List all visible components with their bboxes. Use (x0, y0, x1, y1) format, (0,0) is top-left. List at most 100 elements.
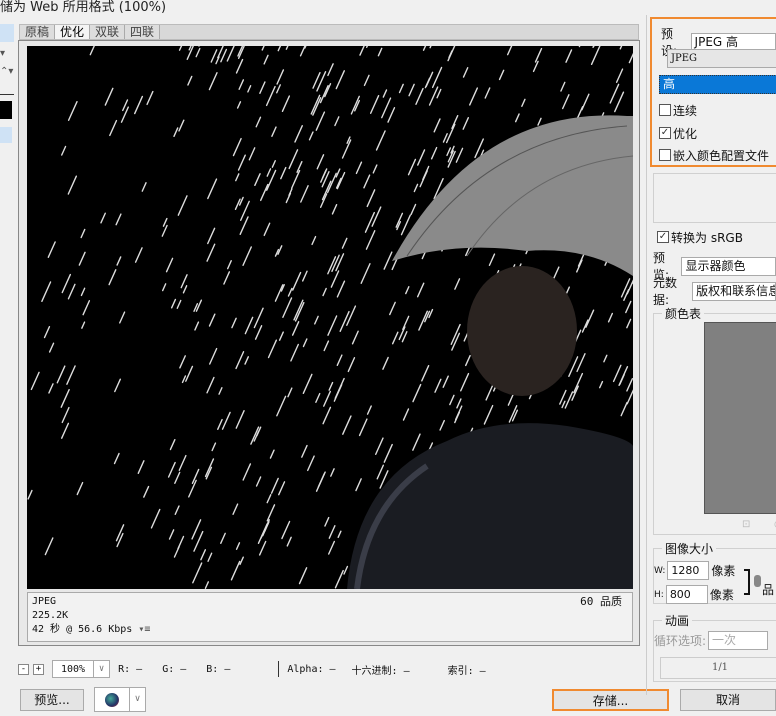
rain-streak (220, 532, 226, 544)
rain-streak (200, 549, 207, 561)
rain-streak (248, 147, 256, 161)
convert-srgb-checkbox[interactable]: ✓ 转换为 sRGB (657, 226, 743, 248)
rain-streak (615, 68, 624, 83)
rain-streak (187, 75, 193, 86)
zoom-in-button[interactable]: + (33, 663, 44, 675)
preview-image[interactable] (27, 46, 633, 589)
rain-streak (626, 378, 633, 392)
rain-streak (100, 212, 106, 224)
zoom-out-button[interactable]: - (18, 663, 29, 675)
rain-streak (281, 95, 291, 113)
rain-streak (206, 243, 216, 262)
rain-streak (402, 315, 410, 331)
rain-streak (328, 540, 336, 555)
rain-streak (298, 567, 308, 585)
rain-streak (179, 355, 186, 369)
height-label: H: (654, 589, 664, 600)
rain-streak (292, 271, 302, 291)
zoom-tool-icon[interactable]: ⌃▾ (0, 66, 14, 88)
rain-streak (351, 330, 359, 345)
checkmark-icon: ✓ (657, 231, 669, 243)
rain-streak (590, 46, 601, 66)
view-tabs: 原稿 优化 双联 四联 (19, 24, 639, 40)
color-table-action-icon[interactable]: ⊡ (742, 519, 750, 530)
progressive-checkbox[interactable]: 连续 (659, 99, 697, 121)
browser-preview-select[interactable]: ∨ (94, 687, 146, 712)
rain-streak (290, 169, 301, 189)
rain-streak (405, 286, 410, 295)
rain-streak (266, 504, 276, 522)
info-size: 225.2K (32, 610, 69, 621)
rain-streak (626, 389, 633, 405)
rain-streak (207, 227, 216, 245)
rain-streak (389, 301, 396, 316)
rain-streak (61, 406, 70, 424)
rain-streak (364, 211, 376, 233)
rain-streak (376, 464, 385, 480)
loop-select[interactable]: 一次 (708, 631, 769, 650)
rain-streak (167, 461, 176, 478)
rain-streak (263, 222, 271, 237)
rain-streak (328, 525, 336, 539)
rain-streak (311, 235, 317, 246)
link-chain-icon[interactable] (754, 575, 761, 587)
rain-streak (176, 299, 182, 309)
rain-streak (278, 481, 286, 496)
rain-streak (321, 171, 330, 188)
rain-streak (336, 354, 343, 367)
rain-streak (618, 366, 629, 386)
rain-streak (366, 46, 369, 48)
rain-streak (271, 160, 276, 168)
rain-streak (314, 315, 319, 325)
rain-streak (383, 443, 393, 463)
rain-streak (462, 67, 469, 78)
rain-streak (375, 130, 386, 151)
width-input[interactable]: 1280 (667, 561, 710, 580)
tab-4up[interactable]: 四联 (125, 25, 161, 39)
rain-streak (134, 247, 143, 263)
preview-color-select[interactable]: 显示器颜色 (681, 256, 776, 276)
rain-streak (235, 410, 245, 429)
download-speed-menu-icon[interactable]: ▾≡ (138, 624, 150, 635)
rain-streak (401, 331, 408, 343)
quality-level-select[interactable]: 高 (659, 75, 776, 94)
tab-original[interactable]: 原稿 (20, 25, 56, 39)
zoom-select[interactable]: 100% ∨ (52, 660, 111, 678)
rain-streak (260, 183, 269, 202)
image-size-group: 图像大小 W: 1280 像素 H: 800 像素 品 (653, 540, 776, 604)
hand-tool-icon[interactable] (0, 24, 14, 42)
rain-streak (178, 454, 187, 471)
tab-2up[interactable]: 双联 (90, 25, 126, 39)
rain-streak (445, 123, 456, 144)
eyedropper-color-swatch[interactable] (0, 101, 12, 119)
rain-streak (355, 478, 362, 492)
rain-streak (371, 206, 382, 227)
rain-streak (333, 384, 343, 402)
slice-visibility-icon[interactable] (0, 127, 12, 143)
optimized-checkbox[interactable]: ✓ 优化 (659, 122, 697, 144)
rain-streak (428, 86, 439, 106)
width-unit: 像素 (711, 564, 736, 578)
metadata-select[interactable]: 版权和联系信息 (692, 281, 776, 301)
rain-streak (44, 537, 54, 556)
height-input[interactable]: 800 (665, 585, 708, 604)
format-select[interactable]: JPEG (667, 49, 776, 68)
preview-button[interactable]: 预览... (20, 689, 84, 711)
rain-streak (449, 394, 455, 406)
rain-streak (235, 351, 245, 370)
embed-profile-checkbox[interactable]: 嵌入颜色配置文件 (659, 144, 769, 166)
rain-streak (625, 300, 632, 314)
rain-streak (402, 408, 410, 421)
tab-optimized[interactable]: 优化 (55, 25, 91, 39)
rain-streak (560, 81, 566, 92)
color-table-swatches[interactable] (704, 322, 776, 514)
rain-streak (614, 91, 625, 113)
slice-select-tool-icon[interactable]: ▾ (0, 48, 14, 66)
rain-streak (230, 560, 241, 581)
zoom-value: 100% (61, 663, 86, 675)
rain-streak (89, 46, 95, 56)
rain-streak (276, 84, 281, 94)
rain-streak (47, 241, 56, 258)
rain-streak (232, 137, 242, 157)
rain-streak (462, 117, 470, 130)
